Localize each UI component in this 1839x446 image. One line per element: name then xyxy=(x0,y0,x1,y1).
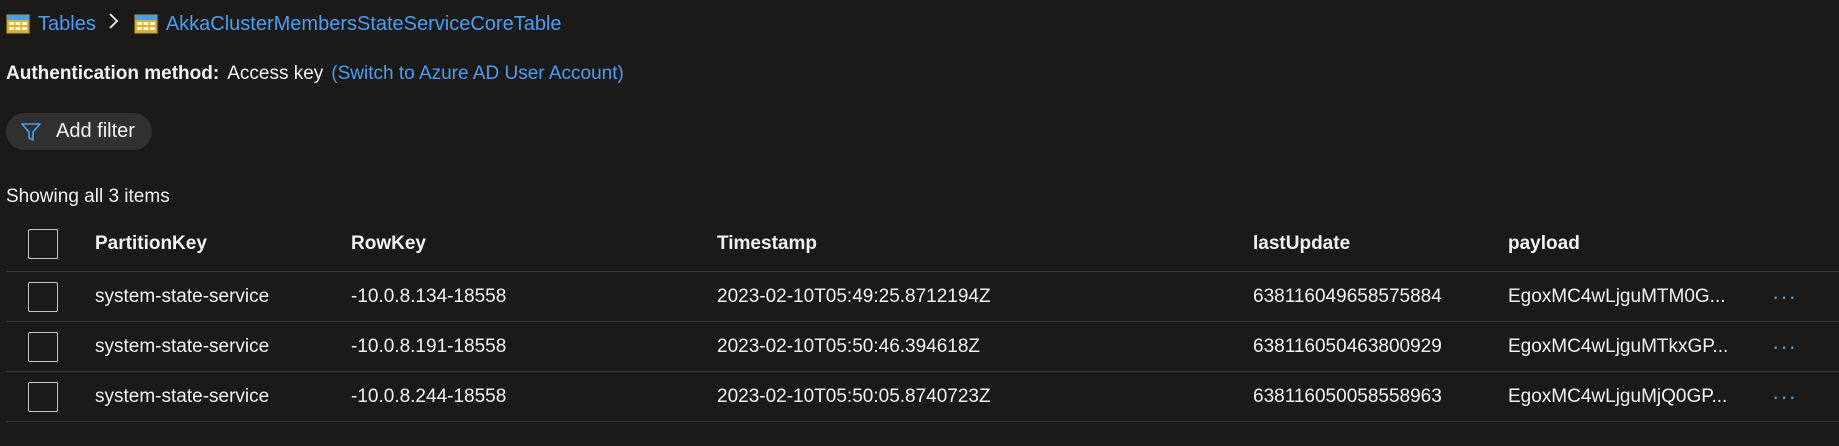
add-filter-label: Add filter xyxy=(56,120,135,142)
select-all-checkbox[interactable] xyxy=(28,228,58,259)
cell-lastupdate: 638116050463800929 xyxy=(1253,335,1442,357)
row-more-cell: ··· xyxy=(1766,272,1803,321)
column-header-rowkey[interactable]: RowKey xyxy=(351,216,426,271)
table-icon xyxy=(134,14,158,34)
switch-auth-link[interactable]: (Switch to Azure AD User Account) xyxy=(331,63,624,85)
cell-partitionkey: system-state-service xyxy=(95,335,270,357)
row-checkbox[interactable] xyxy=(28,331,58,362)
cell-payload: EgoxMC4wLjguMTkxGP... xyxy=(1508,335,1729,357)
row-select-cell xyxy=(28,272,58,321)
table-icon xyxy=(6,14,30,34)
table-row[interactable]: system-state-service -10.0.8.134-18558 2… xyxy=(6,272,1839,322)
breadcrumb-item-current-table[interactable]: AkkaClusterMembersStateServiceCoreTable xyxy=(134,13,562,36)
breadcrumb-item-tables[interactable]: Tables xyxy=(6,13,96,36)
more-actions-icon[interactable]: ··· xyxy=(1766,334,1803,360)
column-header-payload[interactable]: payload xyxy=(1508,216,1580,271)
table-header-row: PartitionKey RowKey Timestamp lastUpdate… xyxy=(6,216,1839,272)
more-actions-icon[interactable]: ··· xyxy=(1766,284,1803,310)
column-header-timestamp[interactable]: Timestamp xyxy=(717,216,817,271)
cell-lastupdate: 638116050058558963 xyxy=(1253,385,1442,407)
row-checkbox[interactable] xyxy=(28,281,58,312)
breadcrumb-tables-label[interactable]: Tables xyxy=(38,13,96,36)
entities-table: PartitionKey RowKey Timestamp lastUpdate… xyxy=(6,216,1839,422)
authentication-method-row: Authentication method: Access key (Switc… xyxy=(6,63,624,85)
chevron-right-icon xyxy=(108,12,120,36)
table-row[interactable]: system-state-service -10.0.8.191-18558 2… xyxy=(6,322,1839,372)
auth-method-label: Authentication method: xyxy=(6,63,220,84)
breadcrumb: Tables AkkaClusterMembersStateServiceCor… xyxy=(6,12,562,36)
row-more-cell: ··· xyxy=(1766,322,1803,371)
cell-timestamp: 2023-02-10T05:49:25.8712194Z xyxy=(717,285,991,307)
row-select-cell xyxy=(28,372,58,421)
cell-rowkey: -10.0.8.244-18558 xyxy=(351,385,507,407)
cell-timestamp: 2023-02-10T05:50:46.394618Z xyxy=(717,335,981,357)
cell-lastupdate: 638116049658575884 xyxy=(1253,285,1442,307)
column-header-lastupdate[interactable]: lastUpdate xyxy=(1253,216,1350,271)
cell-rowkey: -10.0.8.134-18558 xyxy=(351,285,507,307)
select-all-cell xyxy=(28,216,58,271)
cell-partitionkey: system-state-service xyxy=(95,285,270,307)
table-row[interactable]: system-state-service -10.0.8.244-18558 2… xyxy=(6,372,1839,422)
add-filter-button[interactable]: Add filter xyxy=(6,113,152,150)
column-header-partitionkey[interactable]: PartitionKey xyxy=(95,216,207,271)
cell-partitionkey: system-state-service xyxy=(95,385,270,407)
storage-table-view: Tables AkkaClusterMembersStateServiceCor… xyxy=(0,0,1839,446)
more-actions-icon[interactable]: ··· xyxy=(1766,384,1803,410)
cell-payload: EgoxMC4wLjguMTM0G... xyxy=(1508,285,1726,307)
cell-rowkey: -10.0.8.191-18558 xyxy=(351,335,507,357)
auth-method-value: Access key xyxy=(227,63,324,84)
breadcrumb-current-label[interactable]: AkkaClusterMembersStateServiceCoreTable xyxy=(166,13,562,36)
row-checkbox[interactable] xyxy=(28,381,58,412)
item-count-status: Showing all 3 items xyxy=(6,186,170,207)
row-more-cell: ··· xyxy=(1766,372,1803,421)
cell-payload: EgoxMC4wLjguMjQ0GP... xyxy=(1508,385,1728,407)
filter-icon xyxy=(21,122,41,141)
cell-timestamp: 2023-02-10T05:50:05.8740723Z xyxy=(717,385,991,407)
row-select-cell xyxy=(28,322,58,371)
